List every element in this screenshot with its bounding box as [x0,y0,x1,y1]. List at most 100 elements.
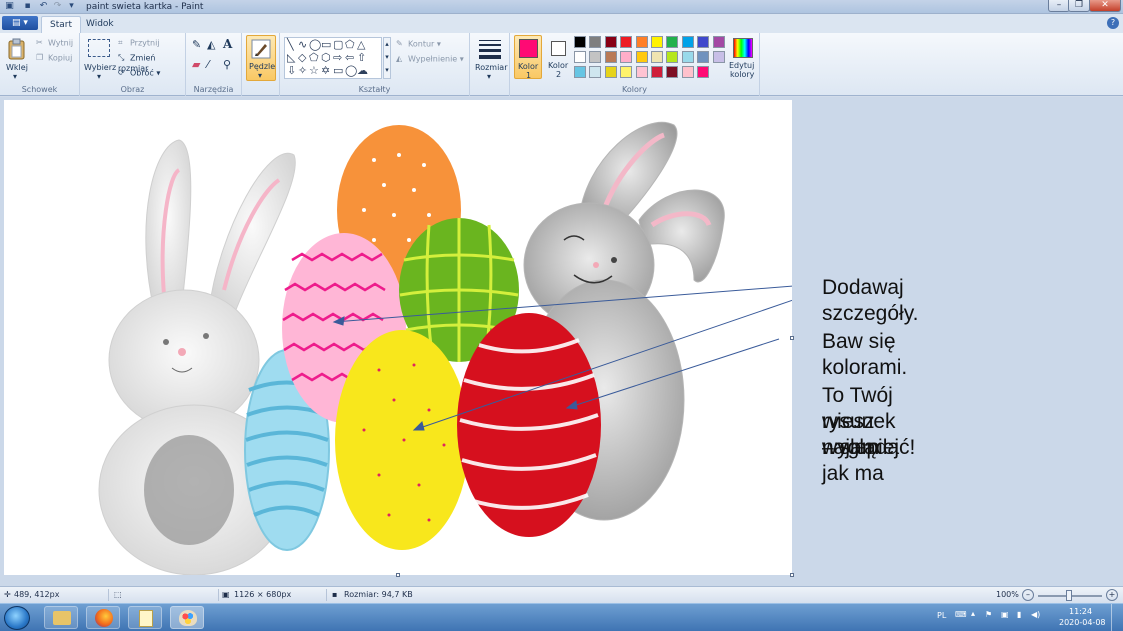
palette-swatch[interactable] [651,66,663,78]
arrow-down-shape-icon[interactable]: ⇩ [287,65,296,77]
fill-button[interactable]: ◭ Wypełnienie ▾ [396,54,464,65]
language-indicator[interactable]: PL [937,611,946,620]
magnifier-icon[interactable]: ⚲ [223,59,231,70]
cloud-callout-shape-icon[interactable]: ☁ [357,65,368,77]
right-triangle-shape-icon[interactable]: ◺ [287,52,295,64]
palette-swatch[interactable] [712,51,725,63]
arrow-left-shape-icon[interactable]: ⇦ [345,52,354,64]
minimize-button[interactable]: – [1048,0,1070,12]
zoom-slider-thumb[interactable] [1066,590,1072,601]
close-button[interactable]: ✕ [1089,0,1121,12]
firefox-taskbar-icon[interactable] [86,606,120,629]
polygon-shape-icon[interactable]: ⬠ [345,39,355,51]
outline-button[interactable]: ✎ Kontur ▾ [396,39,441,50]
start-button[interactable] [4,606,30,630]
palette-swatch[interactable] [666,36,679,48]
palette-swatch[interactable] [589,36,602,48]
color1-button[interactable]: Kolor 1 [514,35,542,80]
paste-button[interactable]: Wklej ▾ [3,36,31,81]
rectangle-shape-icon[interactable]: ▭ [321,39,331,51]
callout-oval-shape-icon[interactable]: ◯ [345,65,357,77]
palette-swatch[interactable] [666,51,679,63]
rotate-button[interactable]: ⟳ Obróć ▾ [118,68,160,79]
clock-time[interactable]: 11:24 [1069,607,1092,616]
hexagon-shape-icon[interactable]: ⬡ [321,52,331,64]
tab-start[interactable]: Start [41,16,81,33]
cut-button[interactable]: ✂ Wytnij [36,38,73,49]
explorer-taskbar-icon[interactable] [44,606,78,629]
callout-rect-shape-icon[interactable]: ▭ [333,65,343,77]
triangle-shape-icon[interactable]: △ [357,39,365,51]
network-icon[interactable]: ▮ [1017,610,1021,619]
star5-shape-icon[interactable]: ☆ [309,65,319,77]
help-icon[interactable]: ? [1107,17,1119,29]
redo-icon[interactable]: ↷ [52,1,63,12]
drawing-canvas[interactable]: Dodawaj szczegóły. Baw się kolorami. To … [4,100,918,576]
copy-button[interactable]: ❐ Kopiuj [36,53,72,64]
device-icon[interactable]: ▣ [1001,610,1009,619]
palette-swatch[interactable] [681,66,694,78]
palette-swatch[interactable] [574,51,586,63]
resize-handle-bottom[interactable] [396,573,400,577]
palette-swatch[interactable] [574,36,586,48]
show-desktop-button[interactable] [1111,604,1123,631]
palette-swatch[interactable] [604,36,617,48]
palette-swatch[interactable] [589,66,602,78]
paint-app-icon[interactable]: ▣ [4,1,15,12]
zoom-out-button[interactable]: – [1022,589,1034,601]
save-icon[interactable]: ▪ [22,1,33,12]
palette-swatch[interactable] [651,51,663,63]
star4-shape-icon[interactable]: ✧ [298,65,307,77]
arrow-up-shape-icon[interactable]: ⇧ [357,52,366,64]
arrow-right-shape-icon[interactable]: ⇨ [333,52,342,64]
maximize-button[interactable]: ❐ [1068,0,1090,12]
resize-handle-right[interactable] [790,336,794,340]
palette-swatch[interactable] [620,51,633,63]
star6-shape-icon[interactable]: ✡ [321,65,330,77]
palette-swatch[interactable] [712,36,725,48]
palette-swatch[interactable] [697,36,710,48]
palette-swatch[interactable] [697,66,710,78]
color2-button[interactable]: Kolor 2 [546,35,572,79]
palette-swatch[interactable] [620,36,633,48]
fill-bucket-icon[interactable]: ◭ [207,39,215,50]
tab-view[interactable]: Widok [78,16,122,33]
paint-taskbar-icon[interactable] [170,606,204,629]
eraser-icon[interactable]: ▰ [192,59,200,70]
curve-shape-icon[interactable]: ∿ [298,39,307,51]
brushes-button[interactable]: Pędzle ▾ [246,35,276,81]
pencil-icon[interactable]: ✎ [192,39,201,50]
diamond-shape-icon[interactable]: ◇ [298,52,306,64]
palette-swatch[interactable] [604,66,617,78]
keyboard-icon[interactable]: ⌨ [955,610,967,619]
palette-swatch[interactable] [681,36,694,48]
pentagon-shape-icon[interactable]: ⬠ [309,52,319,64]
file-menu-button[interactable]: ▤ ▾ [2,16,38,30]
text-tool-icon[interactable]: A [223,38,232,50]
palette-swatch[interactable] [635,36,648,48]
palette-swatch[interactable] [574,66,586,78]
flag-icon[interactable]: ⚑ [985,610,992,619]
undo-icon[interactable]: ↶ [38,1,49,12]
rounded-rect-shape-icon[interactable]: ▢ [333,39,343,51]
clock-date[interactable]: 2020-04-08 [1059,618,1106,627]
color-picker-icon[interactable]: ⁄ [207,59,209,70]
show-hidden-icon[interactable]: ▴ [971,609,975,618]
oval-shape-icon[interactable]: ◯ [309,39,321,51]
zoom-in-button[interactable]: + [1106,589,1118,601]
size-button[interactable]: Rozmiar ▾ [474,36,508,82]
palette-swatch[interactable] [681,51,694,63]
volume-icon[interactable]: ◀) [1031,610,1040,619]
customize-qat-icon[interactable]: ▾ [66,1,77,12]
edit-colors-button[interactable]: Edytuj kolory [729,35,757,81]
palette-swatch[interactable] [589,51,602,63]
crop-button[interactable]: ⌗ Przytnij [118,38,160,49]
palette-swatch[interactable] [651,36,663,48]
palette-swatch[interactable] [635,66,648,78]
select-button[interactable]: Wybierz ▾ [84,36,116,81]
palette-swatch[interactable] [635,51,648,63]
resize-handle-corner[interactable] [790,573,794,577]
palette-swatch[interactable] [697,51,710,63]
document-taskbar-icon[interactable] [128,606,162,629]
shapes-scroll[interactable]: ▴ ▾ ▾ [383,37,391,79]
